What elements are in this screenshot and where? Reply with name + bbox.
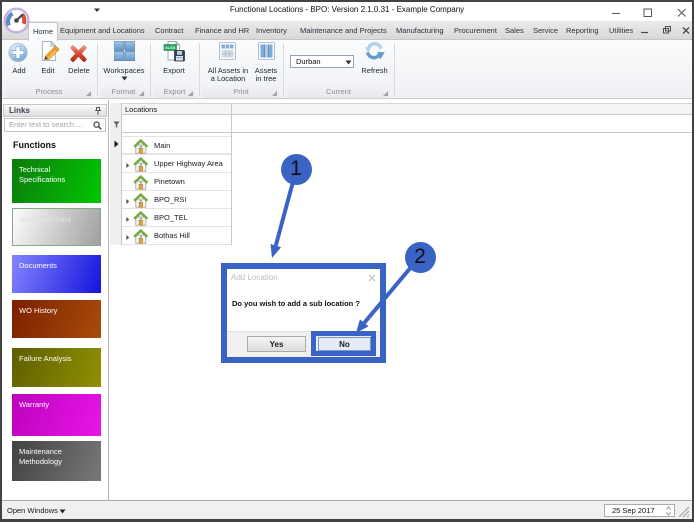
svg-text:XLSX: XLSX [165,45,176,50]
